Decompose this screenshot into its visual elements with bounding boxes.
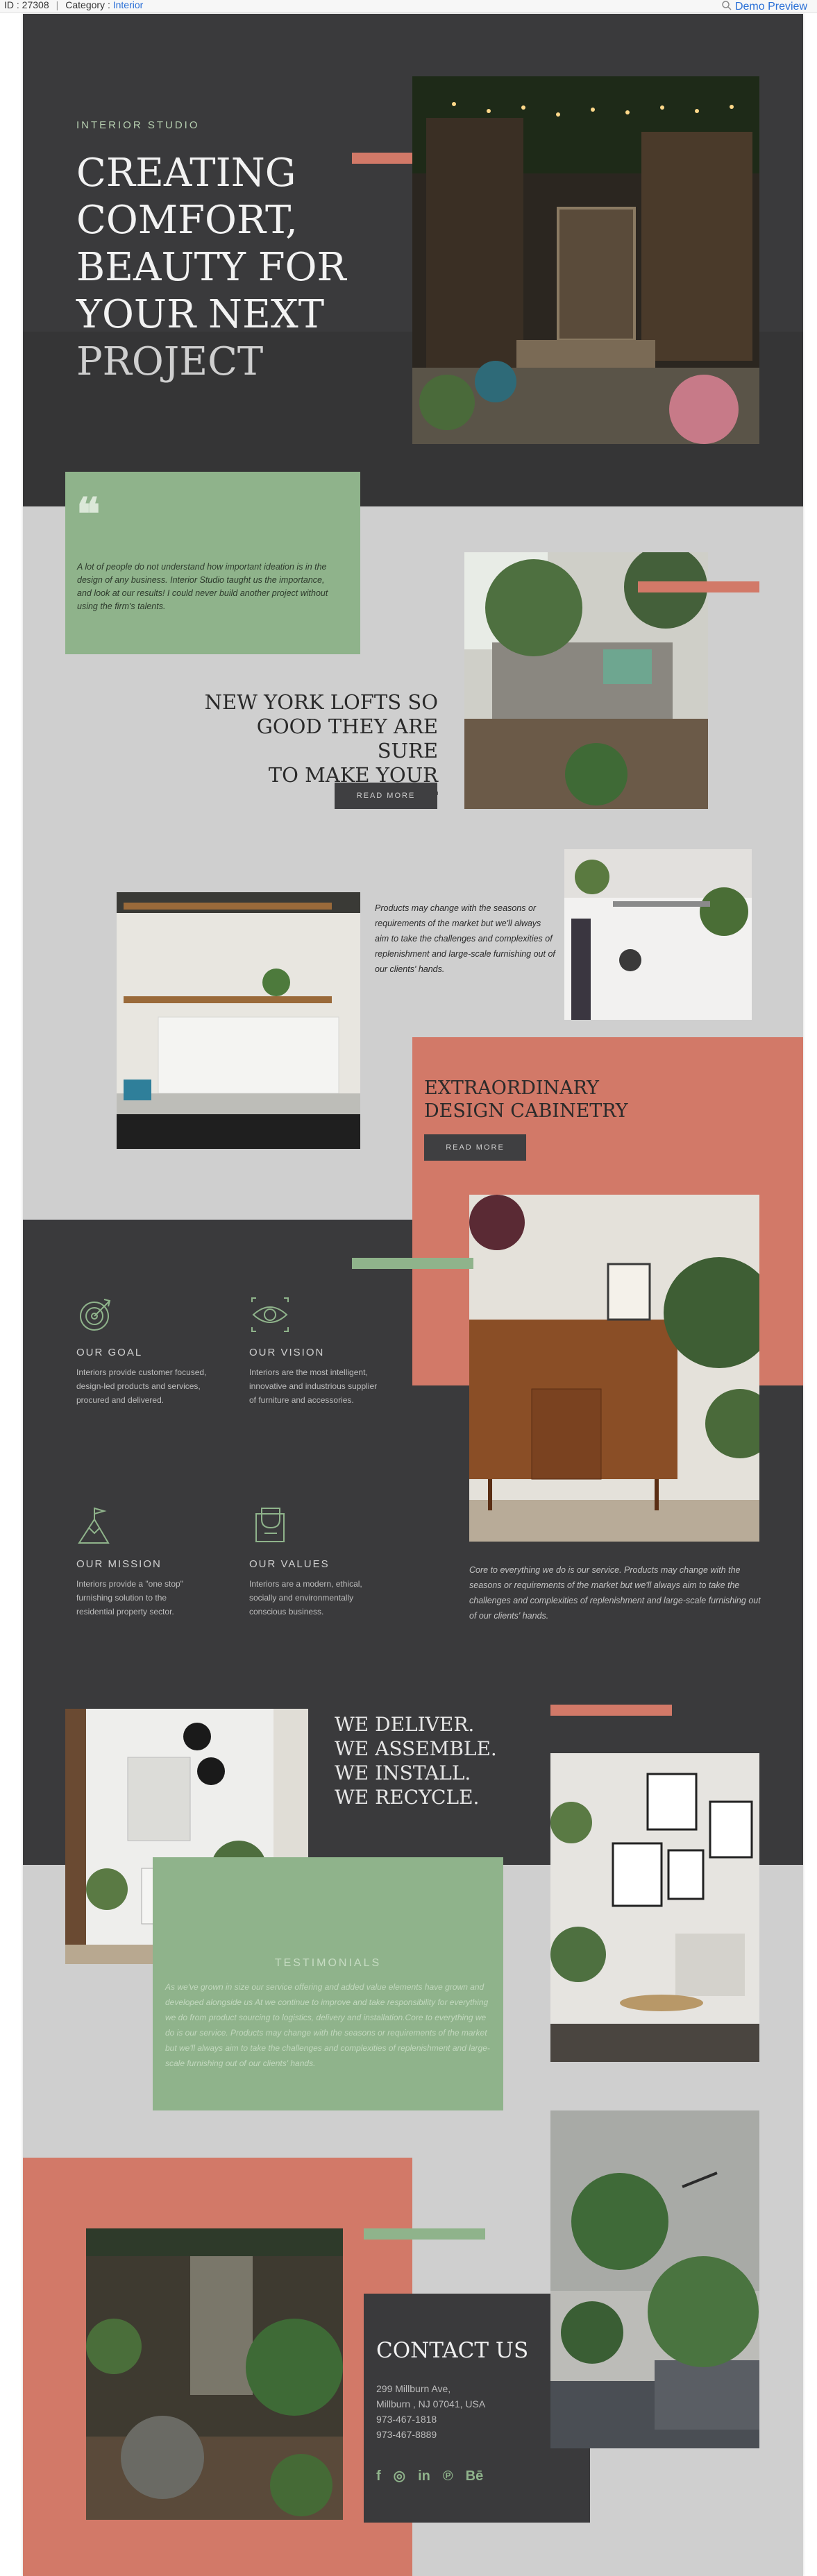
demo-preview-label: Demo Preview (734, 1, 807, 12)
lofts-title-line: GOOD THEY ARE SURE (256, 715, 438, 762)
accent-bar (364, 2228, 485, 2240)
deliver-headline: WE DELIVER. WE ASSEMBLE. WE INSTALL. WE … (335, 1712, 497, 1809)
demo-preview-link[interactable]: Demo Preview (721, 0, 807, 12)
category-link[interactable]: Interior (113, 0, 144, 10)
hero-title-line: PROJECT (76, 339, 264, 384)
testimonials-text: As we've grown in size our service offer… (165, 1982, 490, 2068)
hero-title-line: YOUR NEXT (76, 292, 325, 337)
deliver-line: WE RECYCLE. (335, 1786, 480, 1809)
cabinetry-title-line: EXTRAORDINARY (424, 1077, 599, 1099)
pillar-text-line: Interiors provide a "one stop" (76, 1579, 183, 1589)
pillar-title: OUR VALUES (249, 1558, 330, 1570)
top-info-bar: ID : 27308 | Category : Interior Demo Prev… (0, 0, 817, 13)
accent-bar (352, 1258, 473, 1269)
category-label: Category : (65, 0, 110, 10)
pillar-text-line: of furniture and accessories. (249, 1395, 354, 1405)
pillar-text-line: procured and delivered. (76, 1395, 165, 1405)
target-icon (76, 1295, 115, 1334)
contact-address-line: 299 Millburn Ave, (376, 2383, 451, 2394)
pillar-title: OUR MISSION (76, 1558, 162, 1570)
social-links: f ◎ in ℗ Bē (376, 2467, 483, 2484)
contact-phone: 973-467-8889 (376, 2429, 437, 2440)
accent-bar (550, 1705, 672, 1716)
pillar-text-line: socially and environmentally (249, 1593, 354, 1603)
hero-title-line: COMFORT, (76, 198, 298, 243)
hero-title: CREATING COMFORT, BEAUTY FOR YOUR NEXT P… (76, 150, 346, 386)
pillar-text-line: conscious business. (249, 1607, 324, 1617)
cabinetry-read-more-button[interactable]: READ MORE (424, 1134, 526, 1161)
pillar-text-line: Interiors are a modern, ethical, (249, 1579, 362, 1589)
trophy-icon (249, 1505, 291, 1547)
item-meta: ID : 27308 | Category : Interior (4, 0, 144, 10)
page-canvas: INTERIOR STUDIO CREATING COMFORT, BEAUTY… (23, 14, 803, 2576)
hero-kicker: INTERIOR STUDIO (76, 119, 200, 131)
contact-title: CONTACT US (376, 2338, 529, 2363)
pillar-title: OUR GOAL (76, 1347, 143, 1358)
pinterest-icon[interactable]: ℗ (443, 2468, 453, 2484)
search-icon (722, 1, 732, 10)
contact-phone: 973-467-1818 (376, 2414, 437, 2425)
greenhouse-photo (564, 849, 752, 1020)
plant-corner-photo (550, 2110, 759, 2448)
testimonials-card: TESTIMONIALS As we've grown in size our … (153, 1857, 503, 2110)
pillar-text-line: furnishing solution to the (76, 1593, 167, 1603)
mountain-flag-icon (76, 1505, 118, 1547)
deliver-line: WE INSTALL. (335, 1762, 471, 1784)
contact-details: 299 Millburn Ave, Millburn , NJ 07041, U… (376, 2381, 485, 2442)
instagram-icon[interactable]: ◎ (394, 2468, 405, 2484)
cabinetry-title: EXTRAORDINARY DESIGN CABINETRY (424, 1077, 628, 1123)
lofts-read-more-button[interactable]: READ MORE (335, 783, 437, 809)
quote-card: ❝ A lot of people do not understand how … (65, 472, 360, 654)
pillar-text-line: residential property sector. (76, 1607, 174, 1617)
hero-title-line: CREATING (76, 151, 296, 196)
quote-mark-icon: ❝ (76, 488, 101, 540)
core-text: Core to everything we do is our service.… (469, 1565, 761, 1621)
kitchen-photo (117, 892, 360, 1149)
facebook-icon[interactable]: f (376, 2468, 381, 2484)
behance-icon[interactable]: Bē (466, 2468, 484, 2484)
hero-title-line: BEAUTY FOR (76, 245, 346, 290)
hero-photo-patio (412, 76, 759, 444)
gallery-wall-photo (550, 1753, 759, 2062)
pillar-text-line: Interiors provide customer focused, (76, 1367, 207, 1377)
pillar-text-line: innovative and industrious supplier (249, 1381, 378, 1391)
pillar-text: Interiors are the most intelligent, inno… (249, 1365, 377, 1407)
deliver-line: WE ASSEMBLE. (335, 1737, 497, 1760)
products-text: Products may change with the seasons or … (375, 903, 555, 974)
pillar-text-line: Interiors are the most intelligent, (249, 1367, 368, 1377)
pillar-text: Interiors are a modern, ethical, sociall… (249, 1577, 362, 1619)
pillar-text-line: design-led products and services, (76, 1381, 201, 1391)
contact-address-line: Millburn , NJ 07041, USA (376, 2398, 486, 2409)
quote-text: A lot of people do not understand how im… (77, 562, 328, 611)
cabinetry-title-line: DESIGN CABINETRY (424, 1100, 628, 1122)
testimonials-title: TESTIMONIALS (274, 1957, 382, 1969)
item-id: ID : 27308 (4, 0, 49, 10)
deliver-line: WE DELIVER. (335, 1713, 475, 1736)
pillar-text: Interiors provide a "one stop" furnishin… (76, 1577, 183, 1619)
pillar-text: Interiors provide customer focused, desi… (76, 1365, 206, 1407)
linkedin-icon[interactable]: in (418, 2468, 430, 2484)
accent-bar (638, 581, 759, 592)
cabinet-photo (469, 1195, 759, 1542)
eye-icon (249, 1295, 291, 1334)
pillar-title: OUR VISION (249, 1347, 325, 1358)
lofts-title-line: NEW YORK LOFTS SO (204, 690, 438, 714)
boho-room-photo (86, 2228, 343, 2520)
